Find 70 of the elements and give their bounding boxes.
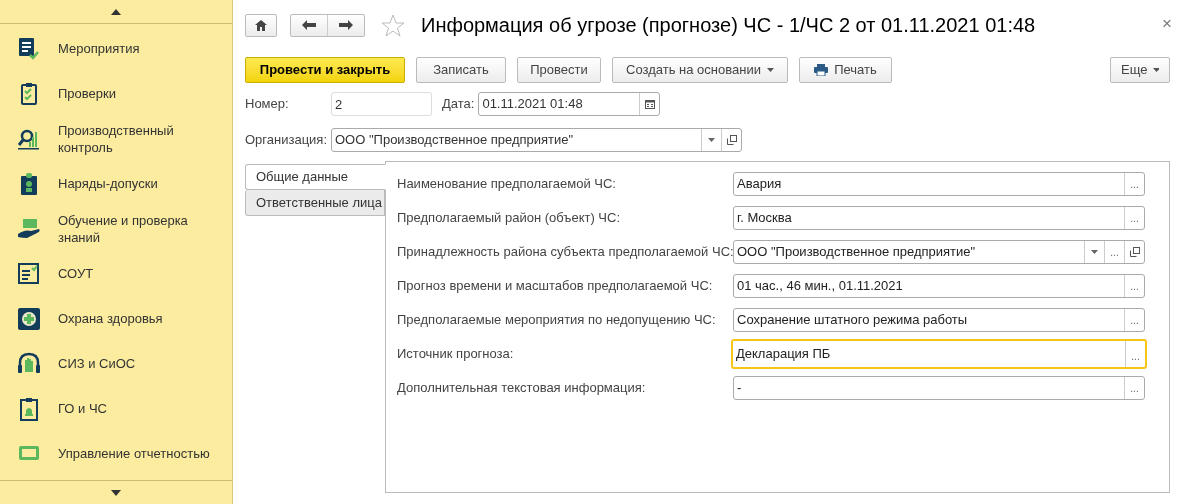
field-label: Принадлежность района субъекта предполагаемой ЧС: bbox=[397, 243, 733, 262]
print-button[interactable]: Печать bbox=[799, 57, 892, 83]
sidebar-item[interactable]: Управление отчетностью bbox=[58, 445, 223, 462]
number-field[interactable]: 2 bbox=[331, 92, 432, 116]
printer-icon bbox=[814, 64, 829, 76]
menu-button[interactable]: Создать на основании bbox=[612, 57, 788, 83]
date-label: Дата: bbox=[442, 95, 475, 114]
calendar-icon[interactable] bbox=[644, 99, 655, 109]
select-button[interactable]: ... bbox=[1125, 341, 1145, 367]
tab[interactable]: Общие данные bbox=[245, 164, 386, 190]
back-arrow-icon bbox=[302, 20, 316, 30]
organization-label: Организация: bbox=[245, 131, 329, 150]
sidebar-item[interactable]: СОУТ bbox=[58, 265, 223, 282]
select-button[interactable]: ... bbox=[1104, 241, 1124, 263]
select-button[interactable]: ... bbox=[1124, 275, 1144, 297]
sidebar-item[interactable]: ГО и ЧС bbox=[58, 400, 223, 417]
headphones-glove-icon bbox=[17, 351, 41, 376]
form-icon bbox=[17, 261, 41, 286]
sidebar-item[interactable]: Наряды-допуски bbox=[58, 175, 223, 192]
input-field[interactable]: 01 час., 46 мин., 01.11.2021 ... bbox=[733, 274, 1145, 298]
home-icon bbox=[255, 19, 267, 31]
menu-button[interactable]: Еще bbox=[1110, 57, 1170, 83]
input-field[interactable]: Сохранение штатного режима работы ... bbox=[733, 308, 1145, 332]
medical-cross-icon bbox=[17, 306, 41, 331]
dropdown-icon[interactable] bbox=[708, 138, 715, 142]
caret-icon bbox=[1153, 68, 1159, 72]
open-window-icon[interactable] bbox=[726, 135, 737, 145]
input-field[interactable]: - ... bbox=[733, 376, 1145, 400]
number-label: Номер: bbox=[245, 95, 290, 114]
input-field[interactable]: ООО "Производственное предприятие" ... bbox=[733, 240, 1145, 264]
select-button[interactable]: ... bbox=[1124, 309, 1144, 331]
sidebar-item[interactable]: Мероприятия bbox=[58, 40, 223, 57]
select-button[interactable]: ... bbox=[1124, 173, 1144, 195]
sidebar-item[interactable]: Охрана здоровья bbox=[58, 310, 223, 327]
field-label: Источник прогноза: bbox=[397, 345, 515, 364]
field-label: Дополнительная текстовая информация: bbox=[397, 379, 647, 398]
open-window-icon[interactable] bbox=[1129, 247, 1140, 257]
field-label: Наименование предполагаемой ЧС: bbox=[397, 175, 617, 194]
forward-arrow-icon bbox=[339, 20, 353, 30]
toolbar-button[interactable]: Провести bbox=[517, 57, 601, 83]
input-field[interactable]: Авария ... bbox=[733, 172, 1145, 196]
scroll-down-icon[interactable] bbox=[111, 489, 121, 496]
input-field[interactable]: г. Москва ... bbox=[733, 206, 1145, 230]
close-button[interactable]: × bbox=[1162, 14, 1172, 32]
clipboard-icon bbox=[17, 396, 41, 421]
field-label: Предполагаемые мероприятия по недопущению ЧС: bbox=[397, 311, 717, 330]
sidebar-item[interactable]: СИЗ и СиОС bbox=[58, 355, 223, 372]
organization-input[interactable]: ООО "Производственное предприятие" bbox=[332, 129, 701, 151]
home-button[interactable] bbox=[245, 13, 277, 37]
field-label: Предполагаемый район (объект) ЧС: bbox=[397, 209, 622, 228]
book-hand-icon bbox=[17, 216, 41, 241]
tab[interactable]: Ответственные лица bbox=[245, 190, 385, 216]
sidebar-item[interactable]: Обучение и проверка знаний bbox=[58, 211, 223, 246]
scroll-up-icon[interactable] bbox=[111, 8, 121, 15]
star-icon[interactable] bbox=[381, 13, 405, 37]
dropdown-icon[interactable] bbox=[1091, 250, 1098, 254]
window-title: Информация об угрозе (прогнозе) ЧС - 1/ЧС 2 от 01.11.2021 01:48 bbox=[421, 13, 1036, 38]
select-button[interactable]: ... bbox=[1124, 377, 1144, 399]
date-input[interactable]: 01.11.2021 01:48 bbox=[479, 93, 640, 115]
organization-field[interactable]: ООО "Производственное предприятие" bbox=[331, 128, 742, 152]
field-label: Прогноз времени и масштабов предполагаемой ЧС: bbox=[397, 277, 714, 296]
sidebar-item[interactable]: Проверки bbox=[58, 85, 223, 102]
date-field[interactable]: 01.11.2021 01:48 bbox=[478, 92, 661, 116]
input-field[interactable]: Декларация ПБ ... bbox=[731, 339, 1147, 369]
sidebar-item[interactable]: Производственный контроль bbox=[58, 121, 223, 156]
toolbar-button[interactable]: Записать bbox=[416, 57, 506, 83]
checklist-icon bbox=[17, 36, 41, 61]
caret-icon bbox=[766, 68, 774, 72]
post-and-close-button[interactable]: Провести и закрыть bbox=[245, 57, 405, 83]
select-button[interactable]: ... bbox=[1124, 207, 1144, 229]
